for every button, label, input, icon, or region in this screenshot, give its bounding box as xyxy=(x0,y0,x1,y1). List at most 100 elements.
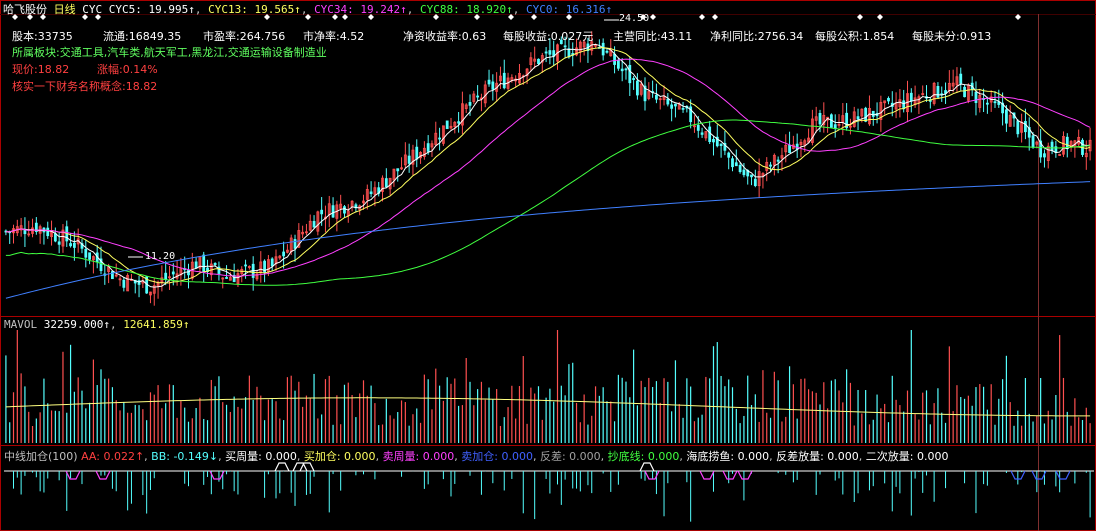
candle-body xyxy=(628,65,632,84)
float-shares: 流通:16849.35 xyxy=(103,30,182,43)
candle-body xyxy=(476,95,480,98)
reserve-per-share: 每股公积:1.854 xyxy=(815,30,895,43)
candle-body xyxy=(537,58,540,65)
buy-add-value: 买加仓: 0.000 xyxy=(303,450,376,463)
candle-body xyxy=(396,168,400,172)
candle-body xyxy=(487,79,491,85)
roe: 净资收益率:0.63 xyxy=(403,30,487,43)
candle-body xyxy=(750,174,753,178)
candle-body xyxy=(164,272,168,280)
candle-body xyxy=(23,229,27,235)
period-label[interactable]: 日线 xyxy=(54,3,76,16)
candle-body xyxy=(544,51,548,54)
indicator-name: CYC xyxy=(82,3,103,16)
candle-body xyxy=(1024,121,1027,133)
profit-yoy: 净利同比:2756.34 xyxy=(710,30,804,43)
cyc88-value: CYC88: 18.920↑ xyxy=(420,3,513,16)
eps: 每股收益:0.027元 xyxy=(503,30,594,43)
concept-note: 核实一下财务名称概念:18.82 xyxy=(12,80,158,93)
candle-body xyxy=(963,86,966,98)
indicator-signal xyxy=(722,470,738,480)
candle-body xyxy=(909,92,913,102)
current-price: 现价:18.82 xyxy=(12,63,70,76)
candle-body xyxy=(734,162,738,167)
candle-body xyxy=(738,164,742,173)
candle-body xyxy=(776,159,780,162)
candle-body xyxy=(225,277,228,279)
indicator-signal xyxy=(1055,470,1071,480)
candle-body xyxy=(696,124,700,131)
candle-body xyxy=(753,178,757,187)
candle-body xyxy=(1031,135,1035,148)
candle-body xyxy=(46,227,50,237)
candle-body xyxy=(742,169,746,176)
candle-body xyxy=(331,205,335,218)
aa-value: AA: 0.022↑ xyxy=(81,450,145,463)
candle-body xyxy=(871,110,875,117)
bottom-line-value: 抄底线: 0.000 xyxy=(607,450,680,463)
candle-body xyxy=(681,107,685,110)
candle-body xyxy=(69,243,72,247)
candle-body xyxy=(985,102,989,105)
candle-body xyxy=(769,164,772,167)
candle-body xyxy=(563,45,567,48)
candle-body xyxy=(974,91,978,103)
candle-body xyxy=(244,264,247,267)
low-price-label: 11.20 xyxy=(145,251,176,262)
candle-body xyxy=(1050,141,1054,151)
candle-body xyxy=(788,144,791,153)
candle-body xyxy=(53,233,57,242)
sector-list: 所属板块:交通工具,汽车类,航天军工,黑龙江,交通运输设备制造业 xyxy=(12,46,327,59)
indicator-panel-name: 中线加仓(100) xyxy=(4,450,78,463)
candle-body xyxy=(605,50,609,53)
candle-body xyxy=(320,209,324,215)
candle-body xyxy=(426,143,430,152)
candle-body xyxy=(731,158,734,168)
candle-body xyxy=(632,78,635,80)
candle-body xyxy=(674,103,677,107)
candle-body xyxy=(202,254,206,273)
indicator-signal xyxy=(639,462,655,472)
candle-body xyxy=(502,72,506,89)
candle-body xyxy=(1005,109,1008,124)
candle-body xyxy=(1065,136,1069,150)
cyc0-value: CYC0: 16.316↑ xyxy=(526,3,613,16)
cyc34-line xyxy=(5,58,1091,277)
candle-body xyxy=(384,178,388,188)
candle-body xyxy=(719,143,723,147)
indicator-signal xyxy=(209,470,225,480)
candle-body xyxy=(122,279,126,288)
candle-body xyxy=(369,191,373,195)
cyc13-line xyxy=(5,47,1091,284)
candle-body xyxy=(666,98,670,105)
candle-body xyxy=(1043,153,1046,158)
volume-header: MAVOL 32259.000↑, 12641.859↑ xyxy=(4,318,190,331)
volume-value-2: 12641.859↑ xyxy=(123,318,190,331)
sea-fish-value: 海底捞鱼: 0.000 xyxy=(686,450,770,463)
candle-body xyxy=(57,241,61,245)
volume-ma-line xyxy=(5,397,1091,417)
candle-body xyxy=(864,107,868,122)
candle-body xyxy=(72,242,76,248)
total-shares: 股本:33735 xyxy=(12,30,73,43)
price-change: 涨幅:0.14% xyxy=(97,63,158,76)
candle-body xyxy=(959,73,963,84)
candle-body xyxy=(407,155,411,164)
candle-body xyxy=(712,138,715,143)
candle-body xyxy=(1016,120,1020,135)
candle-body xyxy=(613,53,616,65)
candle-body xyxy=(84,248,88,258)
sell-add-value: 卖加仓: 0.000 xyxy=(461,450,533,463)
candle-body xyxy=(457,121,461,124)
candle-body xyxy=(548,50,552,55)
candle-body xyxy=(727,152,731,158)
candle-body xyxy=(700,132,704,135)
candle-body xyxy=(635,80,639,96)
cyc34-value: CYC34: 19.242↑ xyxy=(314,3,407,16)
candle-body xyxy=(293,239,297,249)
candle-body xyxy=(624,68,628,71)
pb-ratio: 市净率:4.52 xyxy=(303,30,365,43)
candle-body xyxy=(194,261,198,269)
candle-body xyxy=(833,124,837,129)
buy-week-value: 买周量: 0.000 xyxy=(225,450,297,463)
